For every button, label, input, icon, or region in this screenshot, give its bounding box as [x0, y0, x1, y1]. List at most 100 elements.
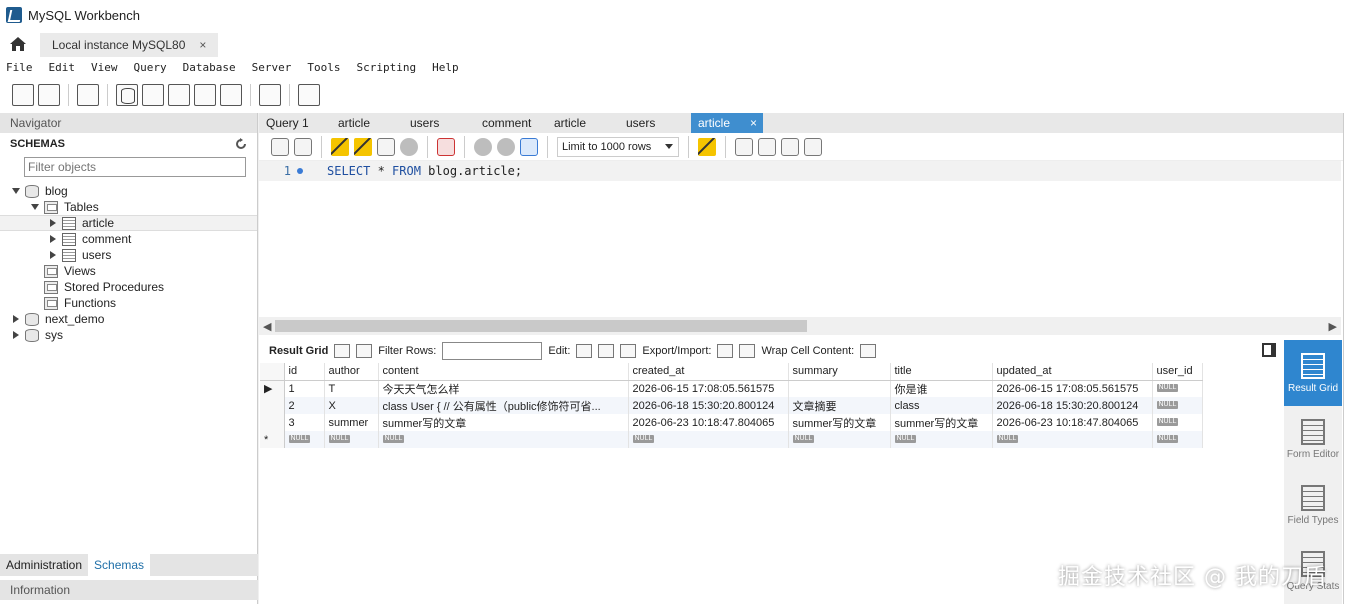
new-sql-tab-icon[interactable] [12, 84, 34, 106]
cell[interactable]: NULL [992, 431, 1153, 448]
cell[interactable]: NULL [1152, 414, 1203, 431]
delete-row-icon[interactable] [620, 344, 637, 358]
home-button[interactable] [0, 30, 36, 57]
expand-arrow-icon[interactable] [48, 218, 58, 228]
column-header-created-at[interactable]: created_at [628, 363, 789, 381]
cell[interactable]: X [324, 397, 379, 414]
close-icon[interactable]: × [199, 38, 206, 52]
create-table-icon[interactable] [142, 84, 164, 106]
beautify-icon[interactable] [735, 137, 753, 156]
menu-view[interactable]: View [91, 61, 118, 74]
stop-icon[interactable] [400, 137, 418, 156]
result-grid-button[interactable]: Result Grid [1284, 340, 1342, 406]
invisible-chars-icon[interactable] [781, 137, 799, 156]
tab-users[interactable]: users [619, 113, 691, 133]
tree-schema-blog[interactable]: blog [0, 183, 257, 199]
explain-icon[interactable] [377, 137, 395, 156]
cell[interactable]: 1 [284, 380, 325, 397]
expand-arrow-icon[interactable] [30, 202, 40, 212]
column-header-id[interactable]: id [284, 363, 325, 381]
filter-objects-input[interactable] [24, 157, 246, 177]
expand-arrow-icon[interactable] [48, 250, 58, 260]
search-table-data-icon[interactable] [259, 84, 281, 106]
cell[interactable]: class User { // 公有属性（public修饰符可省... [378, 397, 629, 414]
execute-icon[interactable] [331, 137, 349, 156]
column-header-author[interactable]: author [324, 363, 379, 381]
add-row-icon[interactable] [598, 344, 615, 358]
horizontal-scrollbar[interactable]: ◀ ▶ [259, 317, 1341, 335]
table-row[interactable]: 3 summer summer写的文章 2026-06-23 10:18:47.… [260, 414, 1203, 431]
create-procedure-icon[interactable] [194, 84, 216, 106]
tab-comment[interactable]: comment [475, 113, 547, 133]
scroll-right-icon[interactable]: ▶ [1329, 320, 1337, 333]
cell[interactable]: summer写的文章 [788, 414, 891, 431]
expand-arrow-icon[interactable] [48, 234, 58, 244]
limit-rows-select[interactable]: Limit to 1000 rows [557, 136, 679, 157]
cell[interactable]: NULL [788, 431, 891, 448]
reconnect-icon[interactable] [298, 84, 320, 106]
column-header-user-id[interactable]: user_id [1152, 363, 1203, 381]
close-icon[interactable]: × [750, 116, 757, 130]
new-row[interactable]: * NULL NULL NULL NULL NULL NULL NULL NUL… [260, 431, 1203, 448]
add-snippet-icon[interactable] [698, 137, 716, 156]
grid-view-icon[interactable] [334, 344, 351, 358]
create-function-icon[interactable] [220, 84, 242, 106]
menu-scripting[interactable]: Scripting [356, 61, 416, 74]
cell[interactable]: NULL [324, 431, 379, 448]
cell[interactable]: summer写的文章 [378, 414, 629, 431]
expand-arrow-icon[interactable] [11, 186, 21, 196]
tab-administration[interactable]: Administration [0, 554, 88, 576]
save-icon[interactable] [294, 137, 312, 156]
cell[interactable]: 2026-06-15 17:08:05.561575 [992, 380, 1153, 397]
column-header-content[interactable]: content [378, 363, 629, 381]
tab-query-1[interactable]: Query 1 [259, 113, 331, 133]
cell[interactable]: 今天天气怎么样 [378, 380, 629, 397]
tree-schema-next-demo[interactable]: next_demo [0, 311, 257, 327]
cell[interactable]: NULL [890, 431, 993, 448]
tree-folder-stored-procedures[interactable]: Stored Procedures [0, 279, 257, 295]
create-schema-icon[interactable] [116, 84, 138, 106]
tree-folder-functions[interactable]: Functions [0, 295, 257, 311]
tab-schemas[interactable]: Schemas [88, 554, 151, 576]
open-file-icon[interactable] [271, 137, 289, 156]
cell[interactable]: NULL [628, 431, 789, 448]
tree-table-users[interactable]: users [0, 247, 257, 263]
connection-tab[interactable]: Local instance MySQL80 × [40, 33, 219, 57]
cell[interactable]: 2026-06-23 10:18:47.804065 [992, 414, 1153, 431]
cell[interactable]: 3 [284, 414, 325, 431]
tree-folder-tables[interactable]: Tables [0, 199, 257, 215]
tab-article[interactable]: article [331, 113, 403, 133]
cell[interactable]: 2026-06-18 15:30:20.800124 [628, 397, 789, 414]
cell[interactable]: NULL [1152, 431, 1203, 448]
cell[interactable]: summer [324, 414, 379, 431]
column-header-updated-at[interactable]: updated_at [992, 363, 1153, 381]
column-header-summary[interactable]: summary [788, 363, 891, 381]
cell[interactable]: 2026-06-15 17:08:05.561575 [628, 380, 789, 397]
edit-row-icon[interactable] [576, 344, 593, 358]
find-icon[interactable] [758, 137, 776, 156]
cell[interactable]: NULL [1152, 397, 1203, 414]
sql-editor[interactable]: 1 SELECT * FROM blog.article; [259, 161, 1343, 313]
cell[interactable]: NULL [1152, 380, 1203, 397]
filter-rows-input[interactable] [442, 342, 543, 360]
cell[interactable]: 2026-06-23 10:18:47.804065 [628, 414, 789, 431]
tree-table-article[interactable]: article [0, 215, 257, 231]
cell[interactable]: NULL [378, 431, 629, 448]
cell[interactable]: 你是谁 [890, 380, 993, 397]
inspector-icon[interactable] [77, 84, 99, 106]
menu-server[interactable]: Server [252, 61, 292, 74]
form-editor-button[interactable]: Form Editor [1284, 406, 1342, 472]
tree-table-comment[interactable]: comment [0, 231, 257, 247]
execute-current-icon[interactable] [354, 137, 372, 156]
table-row[interactable]: ▶ 1 T 今天天气怎么样 2026-06-15 17:08:05.561575… [260, 380, 1203, 397]
menu-edit[interactable]: Edit [49, 61, 76, 74]
menu-tools[interactable]: Tools [307, 61, 340, 74]
import-icon[interactable] [739, 344, 756, 358]
tree-folder-views[interactable]: Views [0, 263, 257, 279]
scroll-left-icon[interactable]: ◀ [263, 320, 271, 333]
field-types-button[interactable]: Field Types [1284, 472, 1342, 538]
refresh-icon[interactable] [235, 138, 247, 150]
wrap-text-icon[interactable] [860, 344, 877, 358]
cell[interactable]: 文章摘要 [788, 397, 891, 414]
cell[interactable]: summer写的文章 [890, 414, 993, 431]
